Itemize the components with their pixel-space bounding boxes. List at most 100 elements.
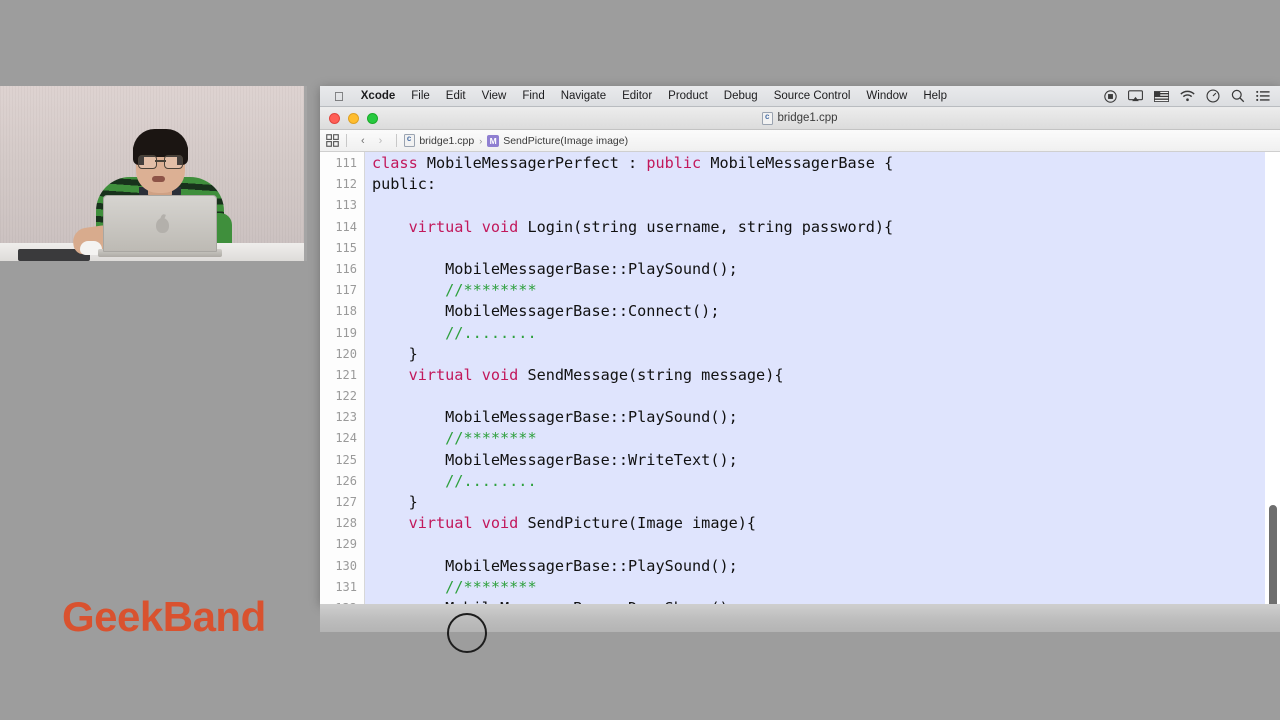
wifi-icon[interactable] xyxy=(1180,90,1195,102)
code-line: virtual void Login(string username, stri… xyxy=(372,217,1280,238)
code-line: MobileMessagerBase::WriteText(); xyxy=(372,450,1280,471)
navigate-back-button[interactable]: ‹ xyxy=(354,135,372,147)
cpp-file-icon xyxy=(762,111,774,125)
code-line: MobileMessagerBase::PlaySound(); xyxy=(372,556,1280,577)
code-comment: //******** xyxy=(445,429,537,448)
code-text: MobileMessagerBase { xyxy=(710,154,894,172)
time-machine-clock-icon[interactable] xyxy=(1206,89,1220,103)
webcam-panel-edge xyxy=(304,86,307,261)
code-text: } xyxy=(372,493,418,511)
source-editor[interactable]: 111 112 113 114 115 116 117 118 119 120 121 122 123 1… xyxy=(320,152,1280,604)
code-line: } xyxy=(372,492,1280,513)
menu-status-icons xyxy=(1104,89,1274,103)
code-keyword: virtual void xyxy=(408,217,528,236)
cpp-file-icon xyxy=(404,134,416,147)
webcam-video-panel xyxy=(0,86,307,261)
menu-item-view[interactable]: View xyxy=(474,90,515,102)
code-keyword: virtual void xyxy=(408,514,528,533)
code-text: MobileMessagerBase::PlaySound(); xyxy=(372,556,738,575)
menu-item-source-control[interactable]: Source Control xyxy=(766,90,859,102)
line-number: 119 xyxy=(335,325,357,340)
editor-scrollbar-track[interactable] xyxy=(1265,152,1280,604)
line-number: 129 xyxy=(335,537,357,552)
menu-item-xcode[interactable]: Xcode xyxy=(353,90,404,102)
jump-bar-divider-2 xyxy=(396,134,398,147)
code-line: //........ xyxy=(372,323,1280,344)
code-content[interactable]: class MobileMessagerPerfect : public Mob… xyxy=(365,152,1280,604)
line-number-gutter: 111 112 113 114 115 116 117 118 119 120 121 122 123 1… xyxy=(320,152,365,604)
laptop-screen xyxy=(103,195,217,252)
breadcrumb-symbol[interactable]: M SendPicture(Image image) xyxy=(487,134,628,147)
code-line: MobileMessagerBase::PlaySound(); xyxy=(372,407,1280,428)
screen-record-icon[interactable] xyxy=(1104,89,1117,103)
editor-scrollbar-thumb[interactable] xyxy=(1269,504,1277,604)
line-number: 111 xyxy=(335,156,357,170)
jump-bar: ‹ › bridge1.cpp › M SendPicture(Image im… xyxy=(320,130,1280,152)
menu-items-container: Xcode File Edit View Find Navigate Editor Produ… xyxy=(353,90,955,102)
menu-item-window[interactable]: Window xyxy=(858,90,915,102)
notification-center-icon[interactable] xyxy=(1256,90,1270,102)
input-source-flag-icon[interactable] xyxy=(1154,90,1169,102)
menu-item-navigate[interactable]: Navigate xyxy=(553,90,614,102)
line-number: 122 xyxy=(335,389,357,404)
line-number: 117 xyxy=(335,283,357,298)
code-text: SendMessage(string message){ xyxy=(527,365,784,384)
airplay-display-icon[interactable] xyxy=(1128,89,1143,103)
code-text: Login(string username, string password){ xyxy=(527,217,894,236)
code-keyword: virtual void xyxy=(408,365,528,384)
code-text: MobileMessagerPerfect : xyxy=(426,154,647,172)
menu-item-edit[interactable]: Edit xyxy=(438,90,474,102)
code-line: //******** xyxy=(372,428,1280,449)
line-number: 116 xyxy=(335,261,357,276)
line-number: 126 xyxy=(335,473,357,488)
code-text: MobileMessagerBase::PlaySound(); xyxy=(372,259,738,278)
code-line: MobileMessagerBase::PlaySound(); xyxy=(372,259,1280,280)
code-text: MobileMessagerBase::PlaySound(); xyxy=(372,408,738,427)
navigate-forward-button[interactable]: › xyxy=(372,135,390,147)
mac-menu-bar:  XcodeFileEditViewFindNavigateEditorPro… xyxy=(320,86,1280,107)
line-number: 114 xyxy=(335,219,357,234)
line-number: 127 xyxy=(335,495,357,509)
line-number: 118 xyxy=(335,304,357,319)
menu-item-product[interactable]: Product xyxy=(660,90,716,102)
code-line: MobileMessagerBase::Connect(); xyxy=(372,301,1280,322)
code-line: class MobileMessagerPerfect : public Mob… xyxy=(372,153,1280,174)
menu-item-editor[interactable]: Editor xyxy=(614,90,660,102)
code-line: } xyxy=(372,344,1280,365)
menu-item-help[interactable]: Help xyxy=(915,90,955,102)
line-number: 131 xyxy=(335,579,357,594)
apple-menu-icon[interactable]:  xyxy=(326,90,353,103)
menu-item-find[interactable]: Find xyxy=(514,90,552,102)
code-text: SendPicture(Image image){ xyxy=(527,514,757,533)
spotlight-search-icon[interactable] xyxy=(1231,89,1245,103)
line-number: 125 xyxy=(335,452,357,467)
code-line: //........ xyxy=(372,471,1280,492)
panel-toggle-icon[interactable] xyxy=(326,134,339,147)
breadcrumb-file[interactable]: bridge1.cpp xyxy=(404,134,474,147)
code-line: virtual void SendPicture(Image image){ xyxy=(372,513,1280,534)
code-comment: //******** xyxy=(445,281,537,300)
line-number: 128 xyxy=(335,516,357,531)
code-line: //******** xyxy=(372,280,1280,301)
apple-logo-icon xyxy=(156,218,169,233)
menu-item-debug[interactable]: Debug xyxy=(716,90,766,102)
code-keyword: class xyxy=(372,154,427,172)
code-comment: //........ xyxy=(445,471,537,490)
code-text: MobileMessagerBase::WriteText(); xyxy=(372,450,738,469)
geekband-logo: GeekBand xyxy=(62,593,266,640)
menu-item-file[interactable]: File xyxy=(403,90,438,102)
code-text: } xyxy=(372,344,418,363)
breadcrumb-file-label: bridge1.cpp xyxy=(419,134,475,147)
code-line: virtual void SendMessage(string message)… xyxy=(372,365,1280,386)
line-number: 120 xyxy=(335,346,357,361)
